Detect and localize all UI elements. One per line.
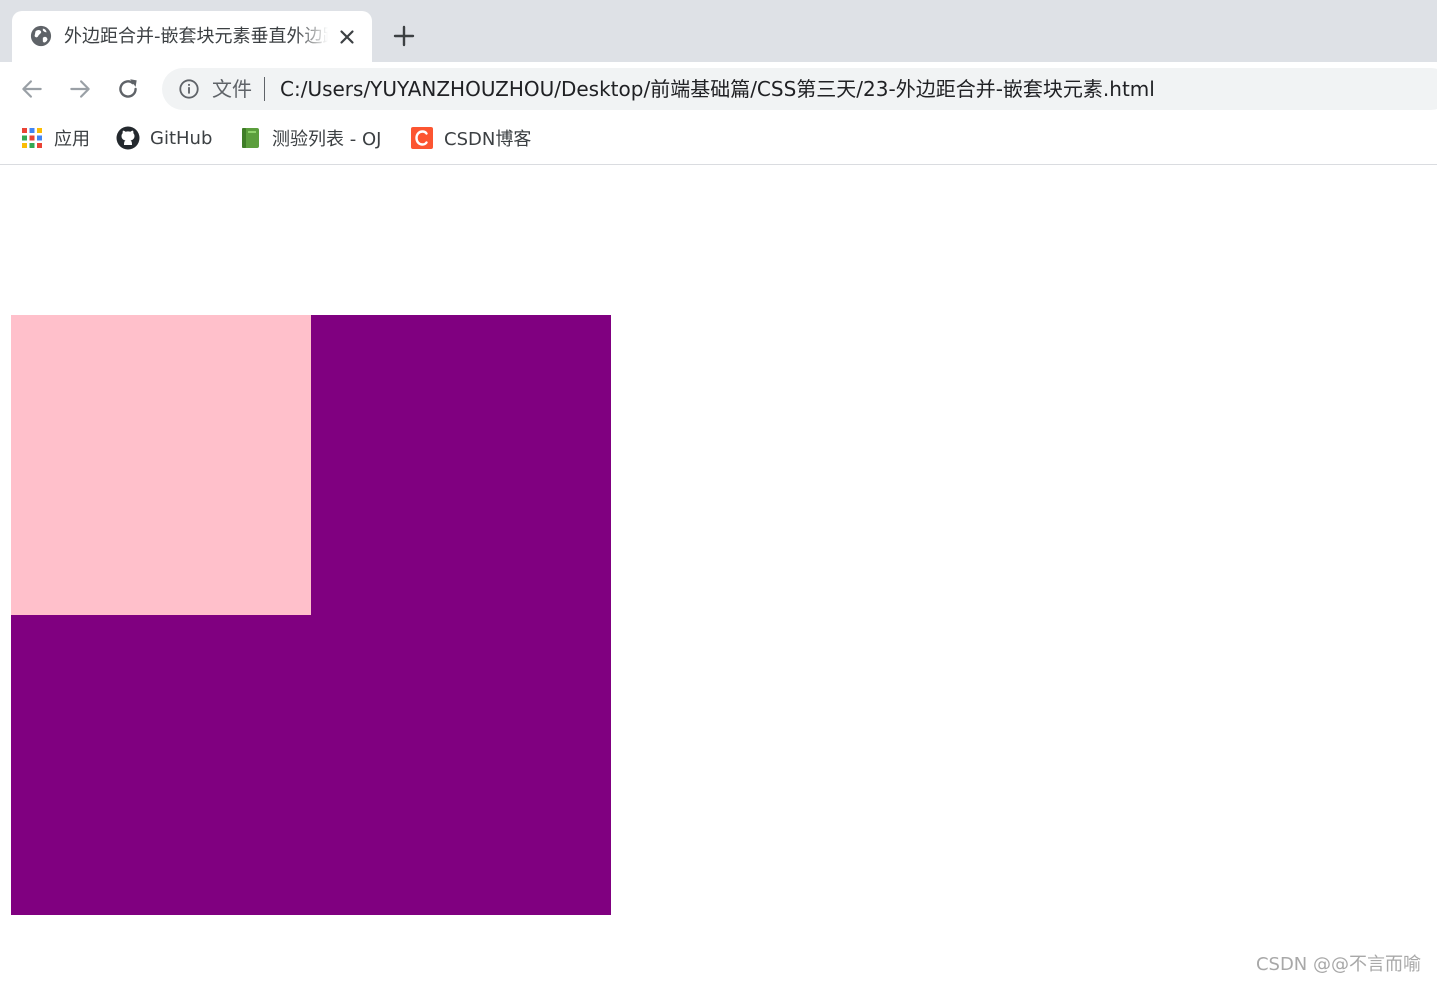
active-tab[interactable]: 外边距合并-嵌套块元素垂直外边距塌陷 <box>12 11 372 62</box>
info-icon[interactable] <box>178 78 200 100</box>
scheme-label: 文件 <box>212 77 252 101</box>
github-icon <box>116 126 140 150</box>
close-icon[interactable] <box>336 26 358 48</box>
toolbar: 文件 C:/Users/YUYANZHOUZHOU/Desktop/前端基础篇/… <box>0 62 1437 116</box>
bookmark-label: GitHub <box>150 127 213 149</box>
separator <box>264 77 265 101</box>
bookmark-label: CSDN博客 <box>444 129 532 150</box>
arrow-right-icon[interactable] <box>67 76 93 102</box>
bookmark-csdn[interactable]: CSDN博客 <box>410 124 531 152</box>
book-icon <box>242 128 259 148</box>
csdn-icon <box>411 127 433 149</box>
bookmark-label: 应用 <box>54 129 90 150</box>
plus-icon[interactable] <box>392 24 416 48</box>
bookmark-oj[interactable]: 测验列表 - OJ <box>238 124 381 152</box>
tab-title: 外边距合并-嵌套块元素垂直外边距塌陷 <box>64 26 328 47</box>
watermark: CSDN @@不言而喻 <box>1255 954 1421 975</box>
apps-grid-icon <box>22 128 42 148</box>
bookmarks-bar: 应用 GitHub 测验列表 - OJ CSDN博客 <box>0 116 1437 165</box>
bookmark-apps[interactable]: 应用 <box>20 124 90 152</box>
page-viewport: CSDN @@不言而喻 <box>0 165 1437 982</box>
bookmark-label: 测验列表 - OJ <box>272 129 382 150</box>
bookmark-github[interactable]: GitHub <box>116 124 212 152</box>
tab-strip: 外边距合并-嵌套块元素垂直外边距塌陷 <box>0 0 1437 62</box>
reload-icon[interactable] <box>115 76 141 102</box>
address-bar[interactable]: 文件 C:/Users/YUYANZHOUZHOU/Desktop/前端基础篇/… <box>162 68 1437 110</box>
arrow-left-icon[interactable] <box>19 76 45 102</box>
url-text[interactable]: C:/Users/YUYANZHOUZHOU/Desktop/前端基础篇/CSS… <box>280 76 1155 102</box>
globe-icon <box>30 25 52 47</box>
son-box <box>11 315 311 615</box>
father-box <box>11 315 611 915</box>
